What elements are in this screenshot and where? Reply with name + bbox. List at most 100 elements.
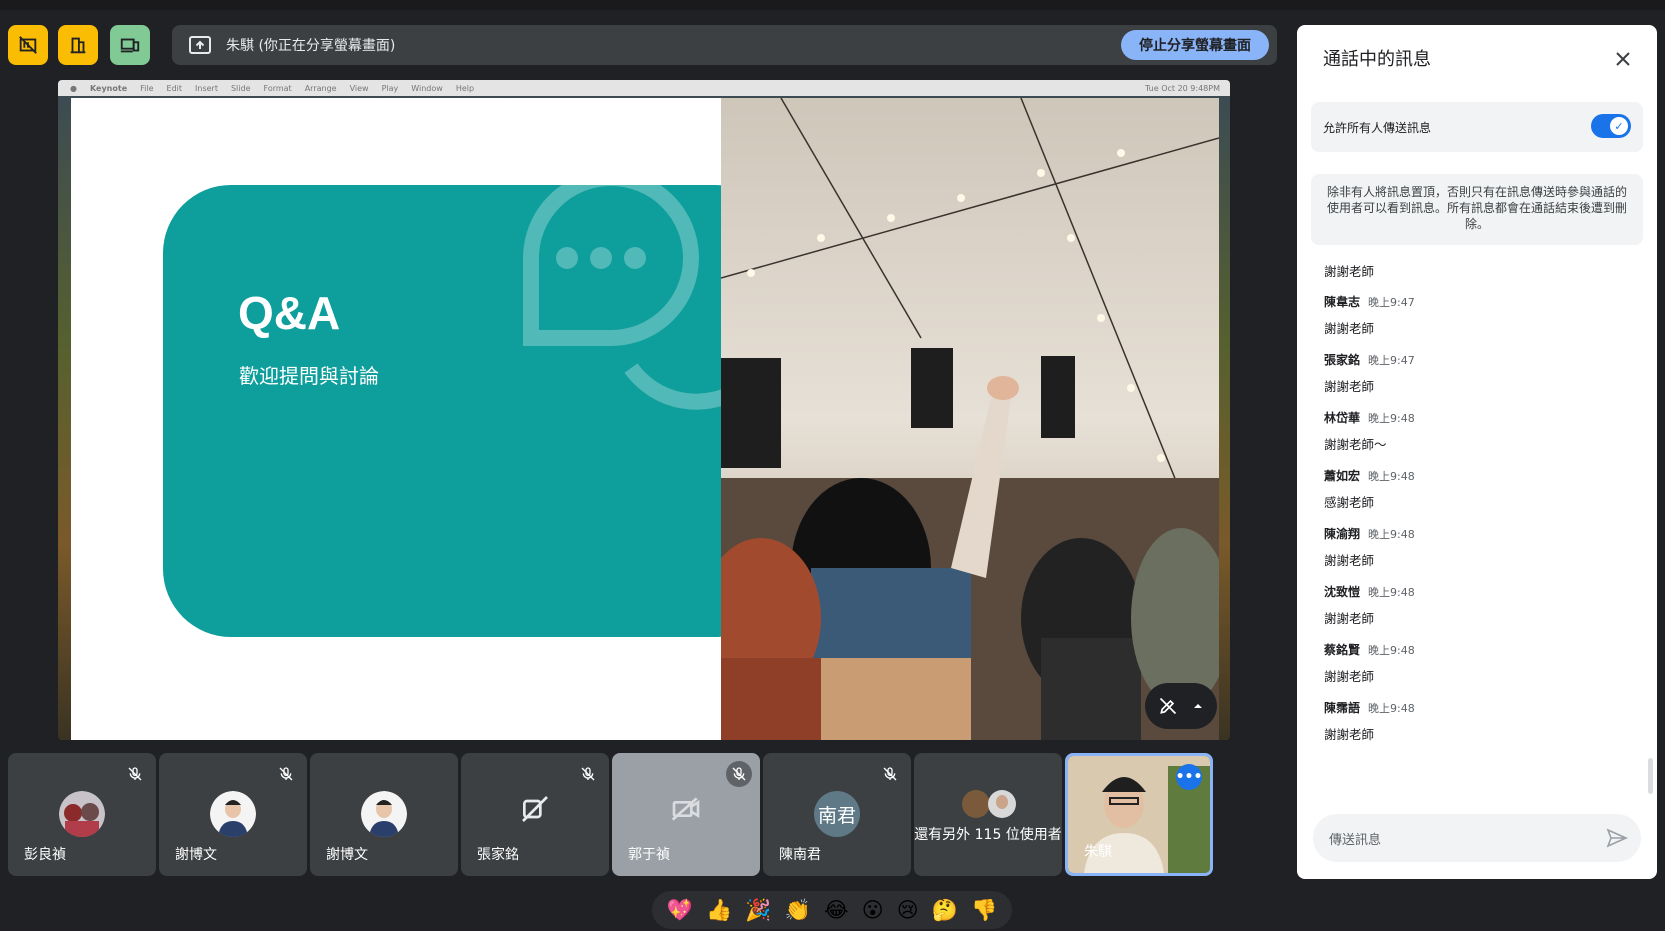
message-sender: 蕭如宏 [1324,469,1361,483]
participant-tile[interactable]: 南君 陳南君 [763,753,911,876]
reaction-surprised[interactable]: 😮 [862,899,884,921]
message-sender: 陳霈語 [1324,701,1361,715]
message-sender: 林岱華 [1324,411,1361,425]
chat-message: 陳霈語 晚上9:48 謝謝老師 [1324,699,1624,743]
chat-message: 沈致愷 晚上9:48 謝謝老師 [1324,583,1624,627]
share-status-bar: 朱騏 (你正在分享螢幕畫面) 停止分享螢幕畫面 [172,25,1277,65]
presentation-stage: ● Keynote File Edit Insert Slide Format … [58,80,1230,740]
participant-name: 張家銘 [477,847,519,863]
message-text: 謝謝老師 [1324,264,1375,279]
chat-scrollbar[interactable] [1648,758,1653,794]
more-options-icon[interactable]: ••• [1176,764,1202,790]
menu-slide: Slide [230,83,251,93]
self-view-tile[interactable]: ••• 朱騏 [1065,753,1213,876]
message-time: 晚上9:48 [1368,470,1415,483]
participant-tile[interactable]: 張家銘 [461,753,609,876]
message-text: 謝謝老師 [1324,727,1375,742]
annotation-control[interactable] [1145,683,1217,729]
menu-help: Help [455,83,475,93]
chat-panel: 通話中的訊息 允許所有人傳送訊息 ✓ 除非有人將訊息置頂，否則只有在訊息傳送時參… [1297,25,1657,879]
participant-tile[interactable]: 謝博文 [159,753,307,876]
participant-name: 朱騏 [1084,844,1112,860]
companion-mode-button[interactable] [110,25,150,65]
stop-share-button[interactable]: 停止分享螢幕畫面 [1121,30,1269,60]
slide-title: Q&A [238,287,341,339]
message-list: 謝謝老師 陳韋志 晚上9:47 謝謝老師 張家銘 晚上9:47 謝謝老師 林岱華 晚上… [1297,251,1657,803]
participant-tile[interactable]: 彭良禎 [8,753,156,876]
chat-panel-title: 通話中的訊息 [1323,49,1431,70]
message-sender: 張家銘 [1324,353,1361,367]
menu-keynote: Keynote [89,83,128,93]
caret-up-icon[interactable] [1192,700,1204,712]
menu-insert: Insert [195,83,218,93]
send-icon[interactable] [1605,826,1629,850]
mic-off-icon [877,761,903,787]
share-status-text: 朱騏 (你正在分享螢幕畫面) [226,38,396,54]
message-sender: 沈致愷 [1324,585,1361,599]
pen-off-icon[interactable] [1158,696,1178,716]
reaction-party[interactable]: 🎉 [745,899,771,921]
menu-file: File [140,83,154,93]
pin-layout-button[interactable] [58,25,98,65]
allow-messages-row: 允許所有人傳送訊息 ✓ [1311,102,1643,152]
menu-window: Window [411,83,443,93]
layout-off-button[interactable] [8,25,48,65]
close-icon [1616,52,1630,66]
menu-edit: Edit [166,83,183,93]
present-screen-icon [189,36,211,54]
reaction-thumbs-up[interactable]: 👍 [706,899,732,921]
avatar [361,791,407,837]
message-text: 謝謝老師 [1324,379,1375,394]
participant-tile[interactable]: 謝博文 [310,753,458,876]
avatar [59,791,105,837]
reaction-thumbs-down[interactable]: 👎 [971,899,997,921]
slide-subtitle: 歡迎提問與討論 [239,364,379,388]
message-time: 晚上9:48 [1368,644,1415,657]
message-time: 晚上9:48 [1368,586,1415,599]
participant-name: 還有另外 115 位使用者 [914,827,1062,843]
participant-name: 郭于禎 [628,847,670,863]
avatar: 南君 [814,791,860,837]
chat-message: 陳渝翔 晚上9:48 謝謝老師 [1324,525,1624,569]
reaction-thinking[interactable]: 🤔 [932,899,958,921]
camera-off-icon [522,796,548,822]
check-icon: ✓ [1610,117,1628,135]
close-panel-button[interactable] [1609,45,1637,73]
chat-message: 林岱華 晚上9:48 謝謝老師～ [1324,409,1624,453]
message-input[interactable]: 傳送訊息 [1313,814,1641,862]
reaction-clap[interactable]: 👏 [785,899,811,921]
message-text: 謝謝老師 [1324,321,1375,336]
camera-off-icon [671,797,700,821]
allow-messages-toggle[interactable]: ✓ [1591,114,1631,138]
reaction-sad[interactable]: 😢 [897,899,919,921]
slide-photo [721,98,1219,740]
chat-message: 陳韋志 晚上9:47 謝謝老師 [1324,293,1624,337]
more-participants-tile[interactable]: 還有另外 115 位使用者 [914,753,1062,876]
reaction-heart[interactable]: 💖 [667,899,693,921]
participant-tile[interactable]: 郭于禎 [612,753,760,876]
message-time: 晚上9:48 [1368,412,1415,425]
participant-name: 謝博文 [326,847,368,863]
message-text: 謝謝老師 [1324,553,1375,568]
allow-messages-label: 允許所有人傳送訊息 [1323,120,1432,135]
audience-photo-image [721,98,1219,740]
message-time: 晚上9:47 [1368,354,1415,367]
message-sender-clipped [1324,251,1624,257]
chat-message: 張家銘 晚上9:47 謝謝老師 [1324,351,1624,395]
menu-arrange: Arrange [304,83,337,93]
message-time: 晚上9:48 [1368,702,1415,715]
message-sender: 蔡銘賢 [1324,643,1361,657]
message-text: 感謝老師 [1324,495,1375,510]
apple-icon: ● [70,83,77,93]
mic-off-icon [273,761,299,787]
mic-off-icon [726,761,752,787]
reaction-laugh[interactable]: 😂 [824,899,849,921]
participant-name: 彭良禎 [24,847,66,863]
devices-icon [120,38,140,53]
chat-notice: 除非有人將訊息置頂，否則只有在訊息傳送時參與通話的使用者可以看到訊息。所有訊息都… [1311,174,1643,245]
menu-play: Play [381,83,399,93]
message-sender: 陳韋志 [1324,295,1361,309]
reactions-bar: 💖 👍 🎉 👏 😂 😮 😢 🤔 👎 [652,891,1012,929]
menu-view: View [349,83,369,93]
chat-message: 蕭如宏 晚上9:48 感謝老師 [1324,467,1624,511]
